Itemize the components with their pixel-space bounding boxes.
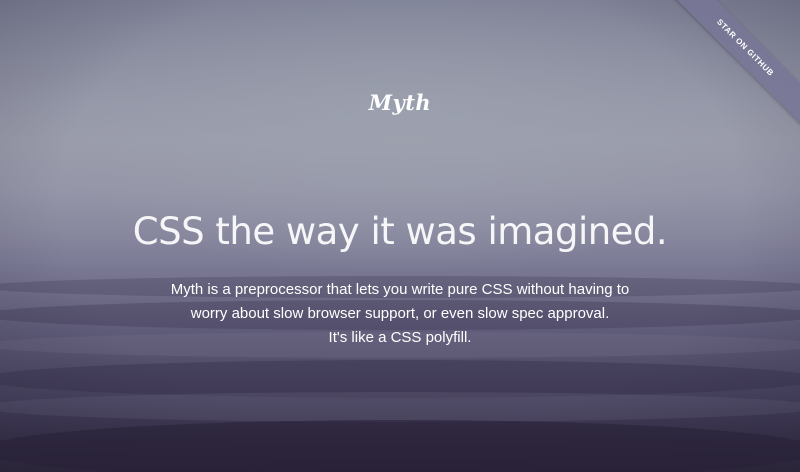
hero-headline: CSS the way it was imagined. (132, 210, 668, 253)
sea-wave (0, 392, 800, 422)
site-logo[interactable]: Myth (0, 90, 800, 115)
hero-description-line: Myth is a preprocessor that lets you wri… (170, 281, 630, 298)
hero-description: Myth is a preprocessor that lets you wri… (150, 278, 650, 350)
sea-wave (0, 420, 800, 472)
hero-description-line: worry about slow browser support, or eve… (190, 305, 610, 322)
hero-description-line: It's like a CSS polyfill. (328, 329, 472, 346)
sea-wave (0, 360, 800, 398)
